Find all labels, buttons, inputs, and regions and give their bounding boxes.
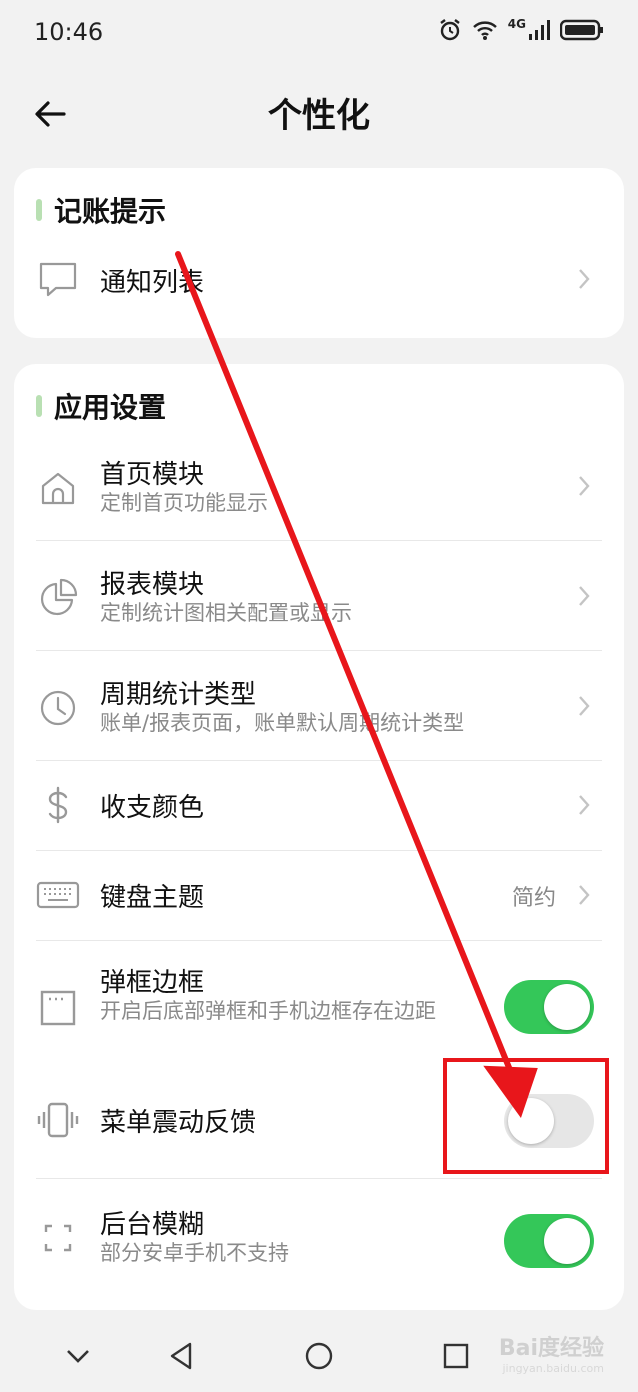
row-label: 后台模糊 xyxy=(100,1210,205,1240)
row-subtitle: 账单/报表页面，账单默认周期统计类型 xyxy=(100,711,465,735)
keyboard-icon xyxy=(36,881,80,909)
keyboard-theme-value: 简约 xyxy=(511,886,556,911)
wifi-icon xyxy=(472,21,497,40)
signal-icon xyxy=(529,20,550,40)
section-accent-bar xyxy=(36,199,42,221)
collapse-icon[interactable] xyxy=(60,1338,96,1374)
section-title-reminder: 记账提示 xyxy=(36,190,166,230)
page-header: 个性化 xyxy=(0,72,638,152)
vibration-icon xyxy=(37,1102,79,1138)
window-frame-icon xyxy=(40,990,76,1026)
system-nav-bar: Bai度经验 jingyan.baidu.com xyxy=(0,1320,638,1392)
row-report-module[interactable]: 报表模块 定制统计图相关配置或显示 xyxy=(36,560,602,650)
row-menu-vibration: 菜单震动反馈 xyxy=(36,1080,602,1160)
battery-icon xyxy=(560,19,603,41)
row-subtitle: 定制统计图相关配置或显示 xyxy=(100,601,352,625)
network-type: 4G xyxy=(507,17,526,31)
chevron-right-icon xyxy=(579,696,590,716)
fullscreen-icon xyxy=(44,1224,72,1252)
row-label: 周期统计类型 xyxy=(100,680,257,710)
section-title-app-settings: 应用设置 xyxy=(36,386,166,426)
divider xyxy=(36,1178,602,1179)
chevron-right-icon xyxy=(579,476,590,496)
section-title-text: 记账提示 xyxy=(54,195,167,228)
row-popup-border: 弹框边框 开启后底部弹框和手机边框存在边距 xyxy=(36,960,602,1060)
row-subtitle: 部分安卓手机不支持 xyxy=(100,1241,289,1265)
divider xyxy=(36,540,602,541)
row-label: 报表模块 xyxy=(100,570,205,600)
popup-border-toggle[interactable] xyxy=(504,980,594,1034)
reminder-card: 记账提示 通知列表 xyxy=(14,168,624,338)
app-settings-card: 应用设置 首页模块 定制首页功能显示 报表模块 定制统计图相关配置或显示 周期统… xyxy=(14,364,624,1310)
divider xyxy=(36,940,602,941)
back-triangle-icon[interactable] xyxy=(164,1338,200,1374)
clock-icon xyxy=(40,690,76,726)
divider xyxy=(36,650,602,651)
watermark-text: Bai度经验 xyxy=(498,1336,604,1361)
row-label: 首页模块 xyxy=(100,460,205,490)
recents-square-icon[interactable] xyxy=(438,1338,474,1374)
status-bar: 10:46 4G xyxy=(0,0,638,64)
toggle-knob xyxy=(508,1098,554,1144)
page-title: 个性化 xyxy=(268,96,370,136)
home-circle-icon[interactable] xyxy=(301,1338,337,1374)
row-subtitle: 开启后底部弹框和手机边框存在边距 xyxy=(100,999,436,1023)
alarm-icon xyxy=(440,19,460,41)
status-icons: 4G xyxy=(438,17,604,42)
row-background-blur: 后台模糊 部分安卓手机不支持 xyxy=(36,1200,602,1290)
toggle-knob xyxy=(544,1218,590,1264)
row-keyboard-theme[interactable]: 键盘主题 简约 xyxy=(36,850,602,940)
chevron-right-icon xyxy=(579,885,590,905)
section-accent-bar xyxy=(36,395,42,417)
row-label: 通知列表 xyxy=(100,268,205,298)
row-label: 菜单震动反馈 xyxy=(100,1108,257,1138)
row-subtitle: 定制首页功能显示 xyxy=(100,491,268,515)
watermark-sub: jingyan.baidu.com xyxy=(502,1362,604,1375)
chevron-right-icon xyxy=(579,269,590,289)
status-time: 10:46 xyxy=(34,18,104,46)
section-title-text: 应用设置 xyxy=(54,391,167,424)
dollar-icon xyxy=(48,786,68,824)
row-notification-list[interactable]: 通知列表 xyxy=(36,250,602,308)
pie-chart-icon xyxy=(40,578,78,616)
background-blur-toggle[interactable] xyxy=(504,1214,594,1268)
baidu-watermark: Bai度经验 jingyan.baidu.com xyxy=(499,1330,604,1375)
chat-bubble-icon xyxy=(39,262,77,297)
row-period-stat-type[interactable]: 周期统计类型 账单/报表页面，账单默认周期统计类型 xyxy=(36,670,602,760)
home-icon xyxy=(41,472,75,505)
row-label: 收支颜色 xyxy=(100,793,205,823)
chevron-right-icon xyxy=(579,586,590,606)
row-home-module[interactable]: 首页模块 定制首页功能显示 xyxy=(36,450,602,540)
row-label: 弹框边框 xyxy=(100,968,205,998)
toggle-knob xyxy=(544,984,590,1030)
row-label: 键盘主题 xyxy=(100,883,205,913)
menu-vibration-toggle[interactable] xyxy=(504,1094,594,1148)
row-income-expense-color[interactable]: 收支颜色 xyxy=(36,760,602,850)
chevron-right-icon xyxy=(579,795,590,815)
